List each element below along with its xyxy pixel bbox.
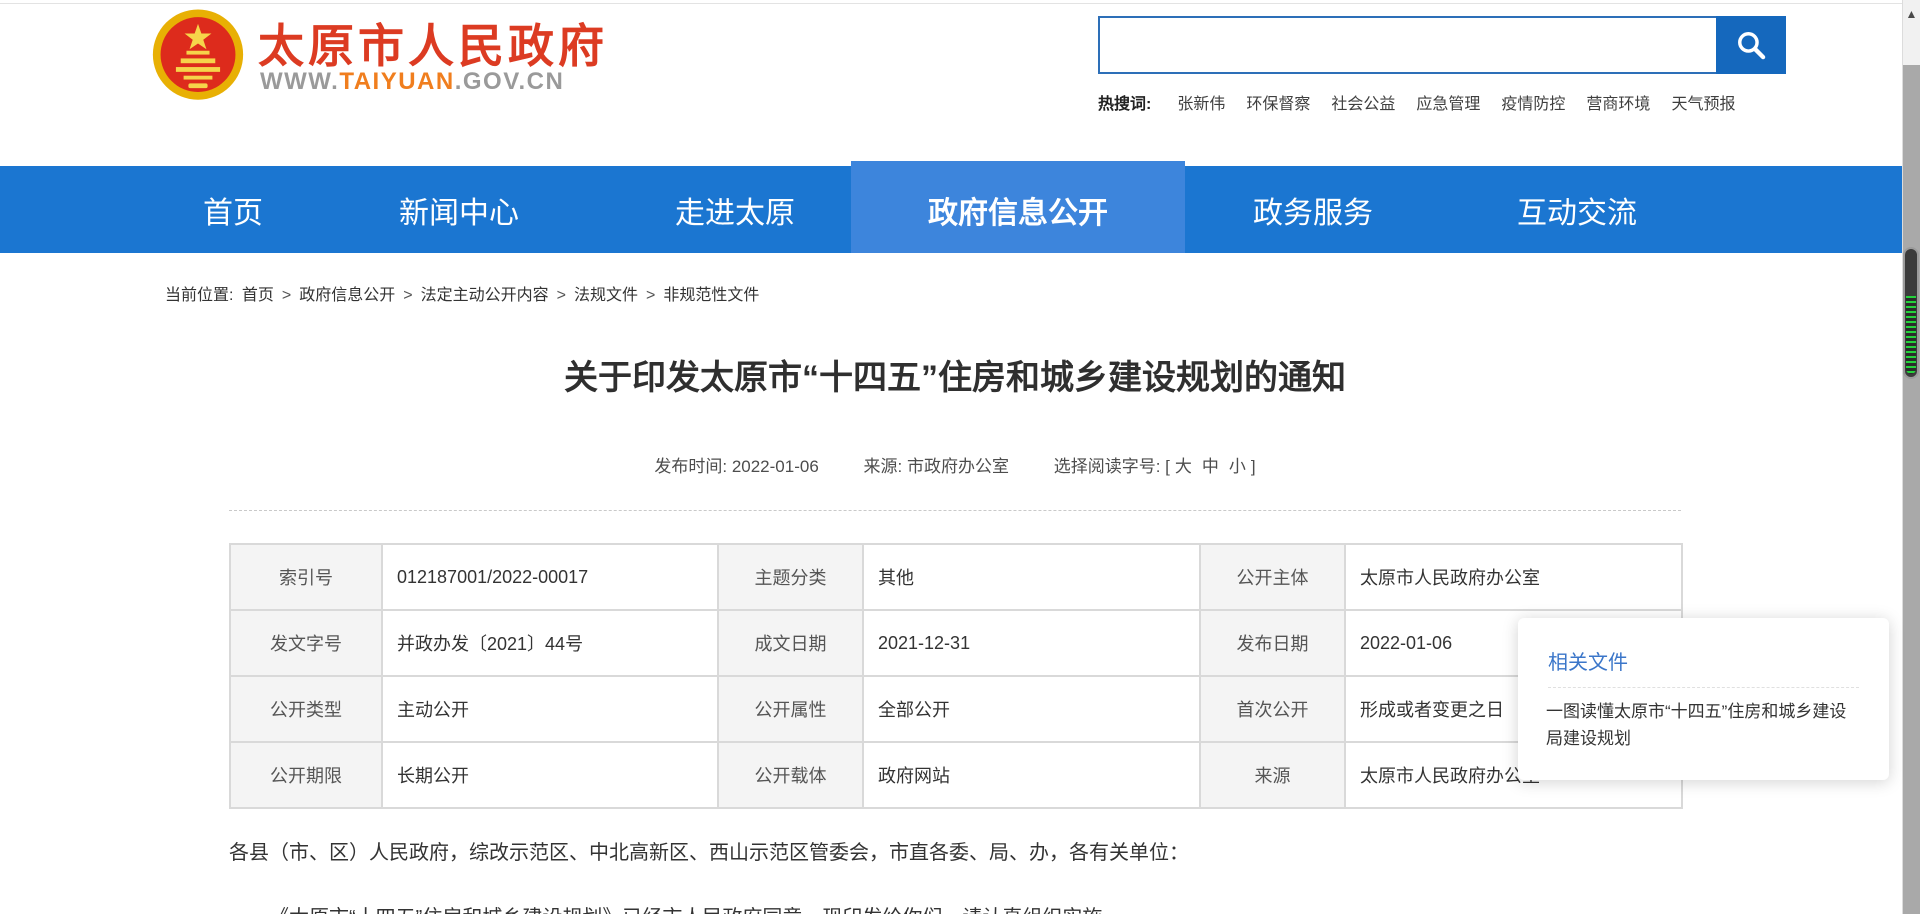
hot-keyword-2[interactable]: 环保督察 (1246, 96, 1310, 113)
publish-time-label: 发布时间: (654, 457, 731, 476)
scrollbar-thumb[interactable] (1903, 247, 1919, 379)
breadcrumb-separator: > (557, 287, 566, 304)
breadcrumb-item-5[interactable]: 非规范性文件 (663, 287, 759, 304)
site-url-suffix: .GOV.CN (455, 68, 565, 95)
breadcrumb-separator: > (282, 287, 291, 304)
body-paragraph-notice: 《太原市“十四五”住房和城乡建设规划》已经市人民政府同意，现印发给你们，请认真组… (269, 901, 1122, 914)
search-input[interactable] (1100, 18, 1716, 72)
table-row-3: 公开类型主动公开公开属性全部公开首次公开形成或者变更之日 (230, 676, 1682, 742)
search-box (1098, 16, 1718, 74)
page-root: 太原市人民政府 WWW.TAIYUAN.GOV.CN 热搜词: 张新伟 环保督察 社… (0, 0, 1920, 914)
breadcrumb-label: 当前位置: (165, 287, 233, 304)
table-label-成文日期: 成文日期 (718, 610, 863, 676)
table-value-发文字号: 并政办发〔2021〕44号 (382, 610, 718, 676)
source: 来源: 市政府办公室 (864, 457, 1009, 476)
table-row-1: 索引号012187001/2022-00017主题分类其他公开主体太原市人民政府… (230, 544, 1682, 610)
table-label-来源: 来源 (1200, 742, 1345, 808)
table-value-公开载体: 政府网站 (863, 742, 1200, 808)
site-url-domain: TAIYUAN (339, 68, 454, 95)
site-title: 太原市人民政府 (258, 10, 608, 76)
nav-item-6[interactable]: 互动交流 (1517, 188, 1637, 232)
hot-search-row: 热搜词: 张新伟 环保督察 社会公益 应急管理 疫情防控 营商环境 天气预报 (1098, 90, 1858, 114)
top-divider (0, 3, 1902, 4)
table-value-公开期限: 长期公开 (382, 742, 718, 808)
body-paragraph-recipients: 各县（市、区）人民政府，综改示范区、中北高新区、西山示范区管委会，市直各委、局、… (229, 836, 1189, 865)
table-label-发文字号: 发文字号 (230, 610, 382, 676)
table-label-公开主体: 公开主体 (1200, 544, 1345, 610)
scrollbar: ▲ (1902, 0, 1920, 914)
font-size-label: 选择阅读字号: (1054, 457, 1165, 476)
nav-item-2[interactable]: 新闻中心 (399, 188, 519, 232)
table-label-首次公开: 首次公开 (1200, 676, 1345, 742)
related-file-link-1[interactable]: 一图读懂太原市“十四五”住房和城乡建设局建设规划 (1546, 698, 1861, 752)
document-info-table: 索引号012187001/2022-00017主题分类其他公开主体太原市人民政府… (229, 543, 1683, 809)
hot-search-keywords: 张新伟 环保督察 社会公益 应急管理 疫情防控 营商环境 天气预报 (1177, 90, 1756, 114)
nav-item-1[interactable]: 首页 (203, 188, 263, 232)
breadcrumb-item-1[interactable]: 首页 (242, 287, 274, 304)
table-value-公开属性: 全部公开 (863, 676, 1200, 742)
scrollbar-track[interactable] (1903, 65, 1920, 914)
panel-divider (1548, 687, 1859, 688)
search-button[interactable] (1716, 16, 1786, 74)
main-nav: 首页 新闻中心 走进太原 政府信息公开 政务服务 互动交流 (0, 166, 1902, 253)
dashed-divider (229, 510, 1681, 511)
article-meta: 发布时间: 2022-01-06 来源: 市政府办公室 选择阅读字号: [大中小… (229, 452, 1681, 477)
nav-item-5[interactable]: 政务服务 (1253, 188, 1373, 232)
hot-keyword-1[interactable]: 张新伟 (1177, 96, 1225, 113)
scrollbar-up-arrow-icon[interactable]: ▲ (1903, 0, 1920, 28)
table-value-公开类型: 主动公开 (382, 676, 718, 742)
breadcrumb: 当前位置: 首页 > 政府信息公开 > 法定主动公开内容 > 法规文件 > 非规范性文件 (165, 281, 763, 305)
breadcrumb-item-3[interactable]: 法定主动公开内容 (421, 287, 549, 304)
breadcrumb-separator: > (646, 287, 655, 304)
page-title: 关于印发太原市“十四五”住房和城乡建设规划的通知 (229, 350, 1681, 399)
hot-keyword-5[interactable]: 疫情防控 (1501, 96, 1565, 113)
nav-item-3[interactable]: 走进太原 (675, 188, 795, 232)
table-label-公开属性: 公开属性 (718, 676, 863, 742)
table-label-公开期限: 公开期限 (230, 742, 382, 808)
publish-time-value: 2022-01-06 (732, 457, 819, 476)
font-size-option-3[interactable]: 小 (1229, 457, 1246, 476)
table-label-索引号: 索引号 (230, 544, 382, 610)
table-label-主题分类: 主题分类 (718, 544, 863, 610)
table-label-公开类型: 公开类型 (230, 676, 382, 742)
table-label-公开载体: 公开载体 (718, 742, 863, 808)
breadcrumb-item-4[interactable]: 法规文件 (574, 287, 638, 304)
table-value-主题分类: 其他 (863, 544, 1200, 610)
scrollbar-thumb-stripes (1906, 296, 1916, 374)
font-size-selector: 选择阅读字号: [大中小] (1054, 457, 1256, 476)
breadcrumb-separator: > (403, 287, 412, 304)
bracket-close: ] (1251, 457, 1256, 476)
site-url-prefix: WWW. (260, 68, 339, 95)
table-row-2: 发文字号并政办发〔2021〕44号成文日期2021-12-31发布日期2022-… (230, 610, 1682, 676)
hot-keyword-4[interactable]: 应急管理 (1416, 96, 1480, 113)
source-label: 来源: (864, 457, 907, 476)
table-label-发布日期: 发布日期 (1200, 610, 1345, 676)
publish-time: 发布时间: 2022-01-06 (654, 457, 818, 476)
hot-keyword-3[interactable]: 社会公益 (1331, 96, 1395, 113)
table-value-索引号: 012187001/2022-00017 (382, 544, 718, 610)
source-value: 市政府办公室 (907, 457, 1009, 476)
table-value-成文日期: 2021-12-31 (863, 610, 1200, 676)
site-url: WWW.TAIYUAN.GOV.CN (260, 68, 564, 96)
nav-item-4[interactable]: 政府信息公开 (928, 188, 1108, 232)
search-icon (1732, 26, 1770, 64)
font-size-option-2[interactable]: 中 (1202, 457, 1219, 476)
related-files-panel: 相关文件 一图读懂太原市“十四五”住房和城乡建设局建设规划 (1518, 618, 1889, 780)
related-files-title: 相关文件 (1548, 646, 1859, 675)
breadcrumb-item-2[interactable]: 政府信息公开 (299, 287, 395, 304)
hot-keyword-7[interactable]: 天气预报 (1671, 96, 1735, 113)
table-value-公开主体: 太原市人民政府办公室 (1345, 544, 1682, 610)
china-national-emblem-icon (150, 8, 246, 105)
hot-keyword-6[interactable]: 营商环境 (1586, 96, 1650, 113)
font-size-option-1[interactable]: 大 (1175, 457, 1192, 476)
hot-search-label: 热搜词: (1098, 90, 1151, 114)
table-row-4: 公开期限长期公开公开载体政府网站来源太原市人民政府办公室 (230, 742, 1682, 808)
